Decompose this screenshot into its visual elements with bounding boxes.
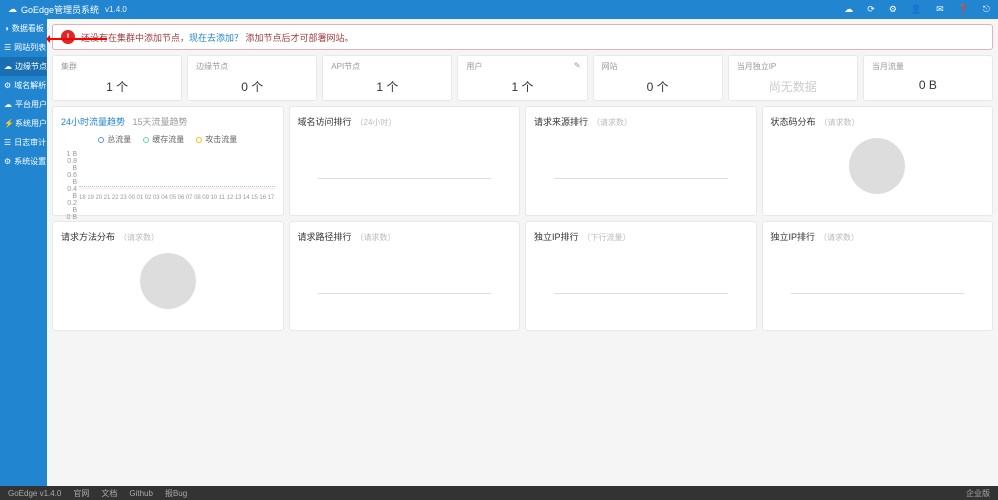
chart-legend: 总流量 缓存流量 攻击流量 [61, 134, 275, 145]
stat-monthly-ip: 当月独立IP尚无数据 [728, 55, 858, 101]
dashboard-icon: ◑ [4, 24, 9, 33]
footer-version: GoEdge v1.4.0 [8, 489, 61, 498]
stat-edge-nodes: 边缘节点0 个 [187, 55, 317, 101]
panel-title: 24小时流量趋势 15天流量趋势 [61, 115, 275, 128]
pie-placeholder [140, 253, 196, 309]
stats-row: 集群1 个 边缘节点0 个 API节点1 个 ✎用户1 个 网站0 个 当月独立… [52, 55, 993, 101]
app-version: v1.4.0 [105, 5, 127, 14]
header-icons: ☁ ⟳ ⚙ 👤 ✉ ❓ ⎋ [844, 4, 990, 15]
sidebar-item-system-users[interactable]: ⚡系统用户 [0, 114, 47, 133]
tab-15d[interactable]: 15天流量趋势 [133, 117, 188, 127]
panel-traffic-trend: 24小时流量趋势 15天流量趋势 总流量 缓存流量 攻击流量 1 B0.8 B0… [52, 106, 284, 216]
annotation-arrow [47, 38, 107, 40]
stat-api-nodes: API节点1 个 [322, 55, 452, 101]
list-icon: ☰ [4, 138, 11, 147]
panels-row-2: 请求方法分布（请求数） 请求路径排行（请求数） 独立IP排行（下行流量） 独立I… [52, 221, 993, 331]
empty-placeholder [554, 293, 728, 294]
empty-placeholder [318, 293, 492, 294]
panel-method-dist: 请求方法分布（请求数） [52, 221, 284, 331]
alert-link[interactable]: 现在去添加？ [189, 33, 243, 43]
cloud-icon: ☁ [4, 100, 12, 109]
sidebar-item-dashboard[interactable]: ◑数据看板 [0, 19, 47, 38]
sidebar-item-platform-users[interactable]: ☁平台用户 [0, 95, 47, 114]
list-icon: ☰ [4, 43, 11, 52]
empty-placeholder [791, 293, 965, 294]
cloud-icon[interactable]: ☁ [844, 4, 853, 15]
user-icon[interactable]: 👤 [911, 4, 922, 15]
app-header: ☁ GoEdge管理员系统 v1.4.0 ☁ ⟳ ⚙ 👤 ✉ ❓ ⎋ [0, 0, 998, 19]
bolt-icon: ⚡ [4, 119, 12, 128]
stat-cluster: 集群1 个 [52, 55, 182, 101]
panel-ip-traffic: 独立IP排行（下行流量） [525, 221, 757, 331]
logout-icon[interactable]: ⎋ [983, 4, 990, 15]
main-content: ! 还没有在集群中添加节点，现在去添加？ 添加节点后才可部署网站。 集群1 个 … [47, 19, 998, 486]
panels-row-1: 24小时流量趋势 15天流量趋势 总流量 缓存流量 攻击流量 1 B0.8 B0… [52, 106, 993, 216]
header-title: ☁ GoEdge管理员系统 v1.4.0 [8, 3, 127, 16]
gear-icon: ⚙ [4, 157, 11, 166]
empty-placeholder [318, 178, 492, 179]
alert-icon: ! [61, 30, 75, 44]
refresh-icon[interactable]: ⟳ [867, 4, 875, 15]
panel-path-rank: 请求路径排行（请求数） [289, 221, 521, 331]
edit-icon[interactable]: ✎ [574, 61, 581, 70]
gear-icon[interactable]: ⚙ [889, 4, 897, 15]
pie-placeholder [849, 138, 905, 194]
legend-dot-icon [98, 137, 104, 143]
help-icon[interactable]: ❓ [958, 4, 969, 15]
footer-link-bug[interactable]: 报Bug [165, 488, 187, 499]
legend-dot-icon [143, 137, 149, 143]
gear-icon: ⚙ [4, 81, 11, 90]
chart-line [79, 186, 275, 187]
sidebar-item-dns[interactable]: ⚙域名解析 [0, 76, 47, 95]
empty-placeholder [554, 178, 728, 179]
app-title: GoEdge管理员系统 [21, 3, 99, 16]
alert-banner: ! 还没有在集群中添加节点，现在去添加？ 添加节点后才可部署网站。 [52, 24, 993, 50]
cloud-icon: ☁ [4, 62, 12, 71]
stat-monthly-traffic: 当月流量0 B [863, 55, 993, 101]
sidebar: ◑数据看板 ☰网站列表 ☁边缘节点 ⚙域名解析 ☁平台用户 ⚡系统用户 ☰日志审… [0, 19, 47, 500]
sidebar-item-nodes[interactable]: ☁边缘节点 [0, 57, 47, 76]
tab-24h[interactable]: 24小时流量趋势 [61, 117, 125, 127]
footer-link-github[interactable]: Github [129, 489, 153, 498]
sidebar-item-sites[interactable]: ☰网站列表 [0, 38, 47, 57]
chart-area [79, 151, 275, 189]
chart-y-axis: 1 B0.8 B0.6 B0.4 B0.2 B0 B [61, 151, 77, 189]
panel-status-dist: 状态码分布（请求数） [762, 106, 994, 216]
traffic-chart: 1 B0.8 B0.6 B0.4 B0.2 B0 B 1819202122230… [61, 151, 275, 201]
footer-edition: 企业版 [966, 488, 990, 499]
panel-ip-requests: 独立IP排行（请求数） [762, 221, 994, 331]
alert-text: 还没有在集群中添加节点，现在去添加？ 添加节点后才可部署网站。 [81, 31, 354, 44]
mail-icon[interactable]: ✉ [936, 4, 944, 15]
footer-link-docs[interactable]: 文档 [101, 488, 117, 499]
stat-sites: 网站0 个 [593, 55, 723, 101]
footer: GoEdge v1.4.0 官网 文档 Github 报Bug 企业版 [0, 486, 998, 500]
footer-link-site[interactable]: 官网 [73, 488, 89, 499]
sidebar-item-logs[interactable]: ☰日志审计 [0, 133, 47, 152]
chart-x-axis: 1819202122230001020304050607080910111213… [79, 195, 275, 201]
legend-dot-icon [196, 137, 202, 143]
sidebar-item-settings[interactable]: ⚙系统设置 [0, 152, 47, 171]
panel-source-rank: 请求来源排行（请求数） [525, 106, 757, 216]
stat-users: ✎用户1 个 [457, 55, 587, 101]
panel-domain-rank: 域名访问排行（24小时） [289, 106, 521, 216]
logo-icon: ☁ [8, 4, 17, 15]
